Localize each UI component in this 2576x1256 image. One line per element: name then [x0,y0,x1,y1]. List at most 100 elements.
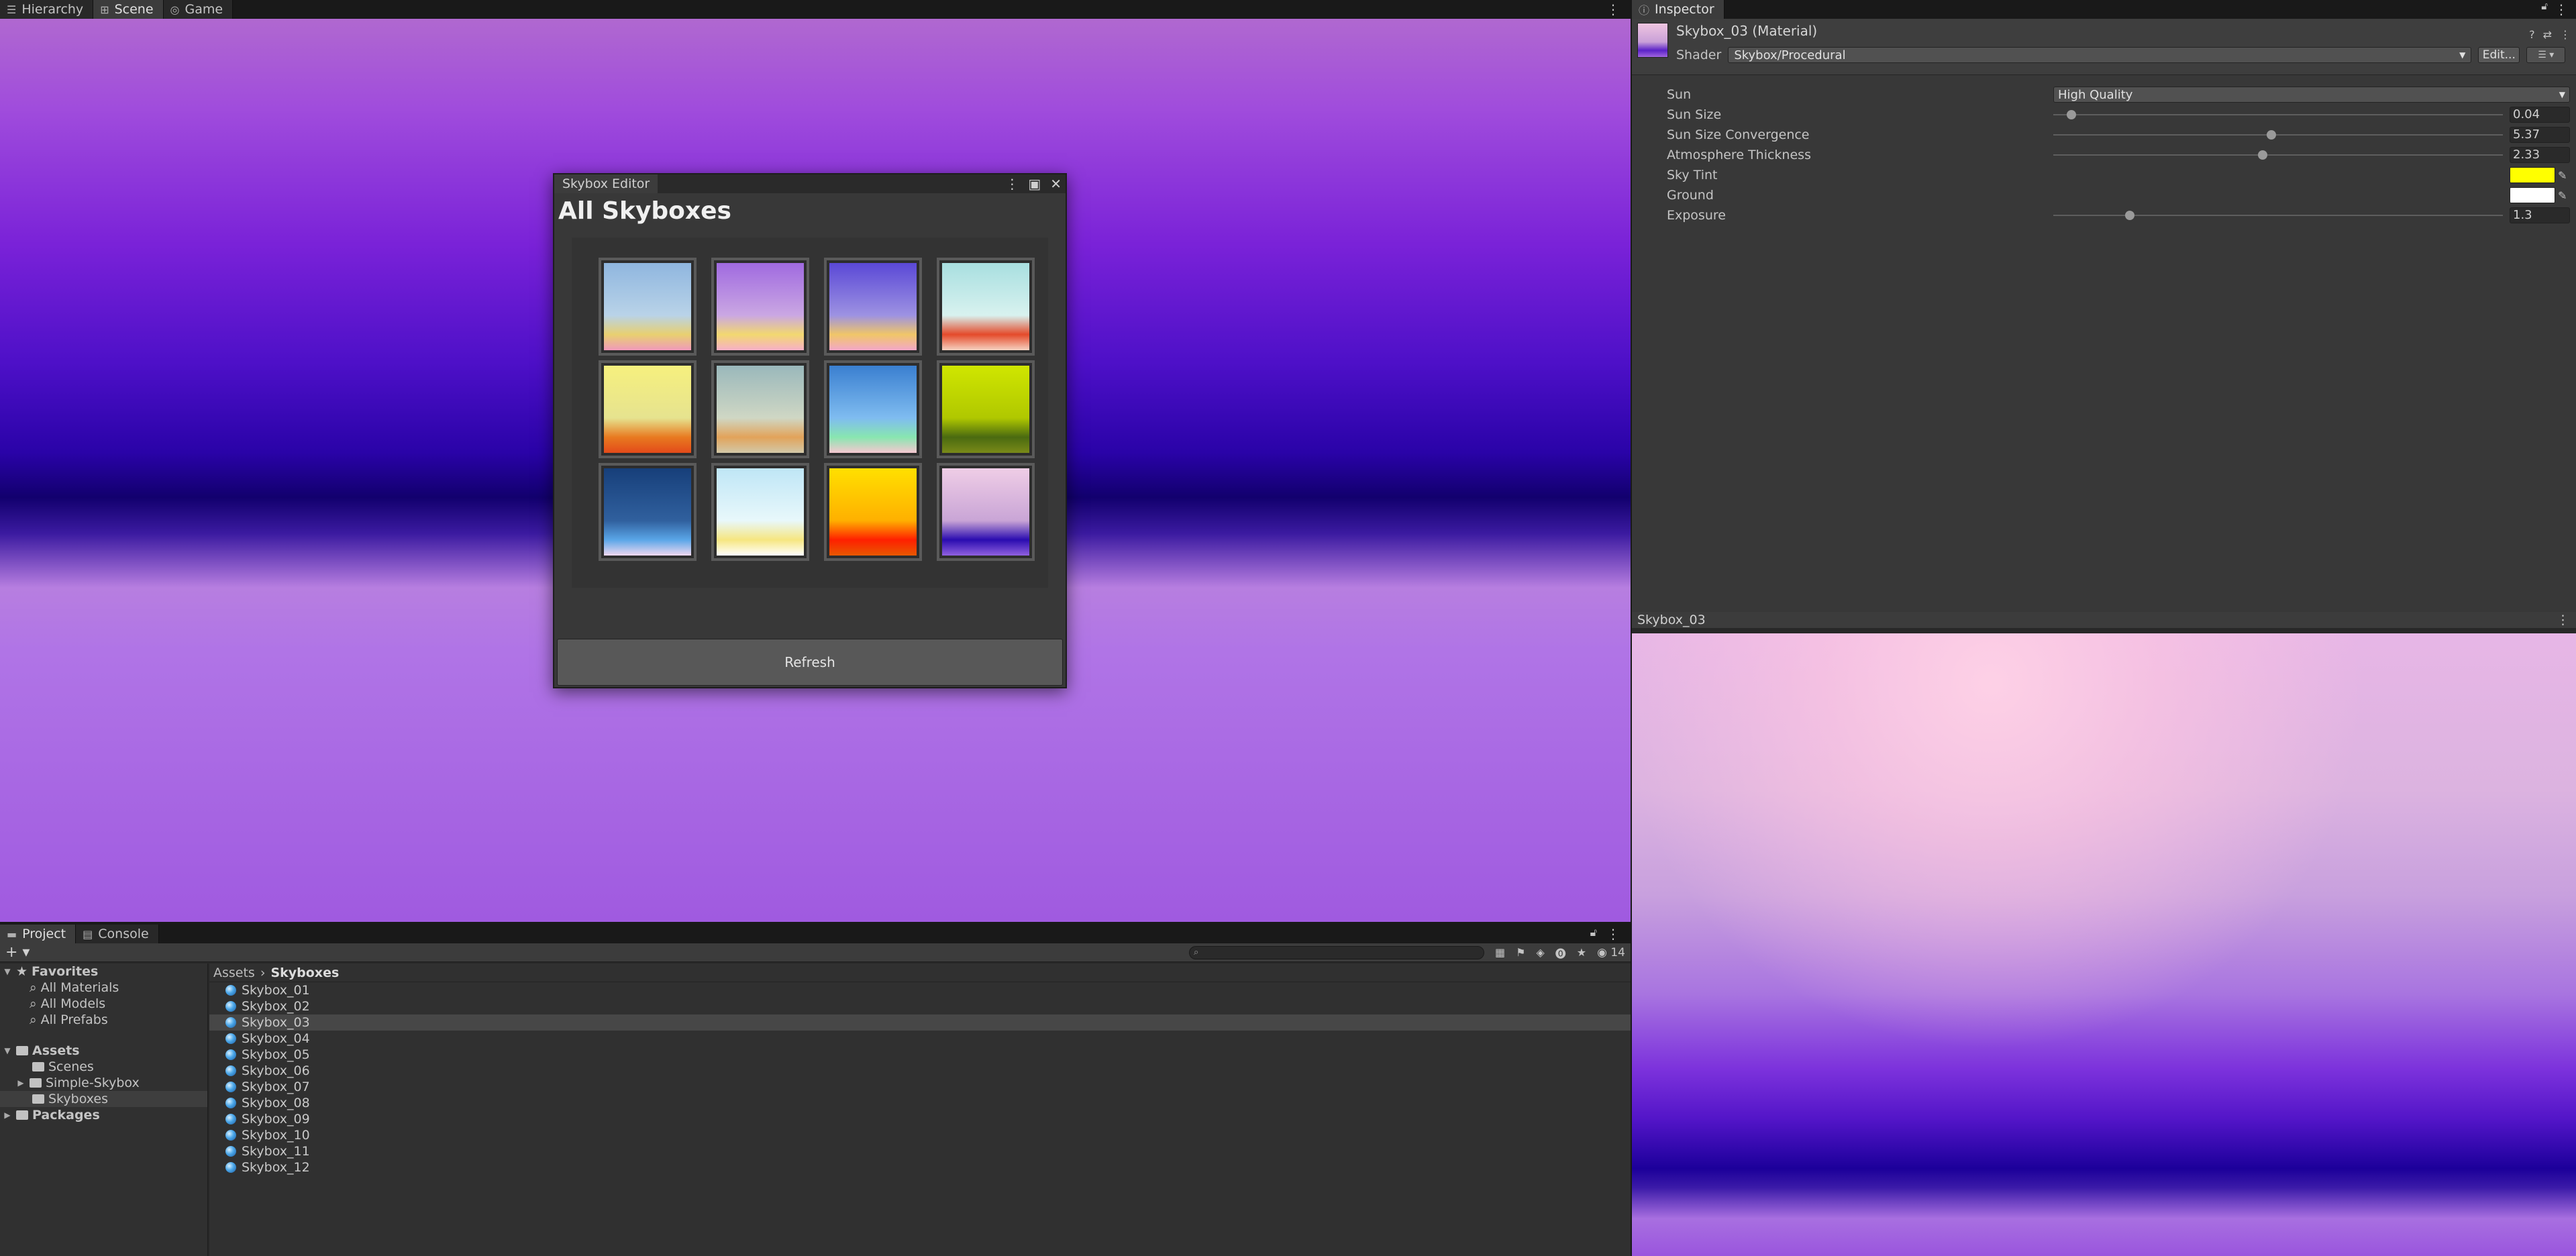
file-row[interactable]: Skybox_09 [209,1111,1631,1127]
project-toolbar: + ▾ ⌕ ▦ ⚑ ◈ ⓿ ★ ◉ 14 [0,943,1631,962]
sun-size-convergence-slider[interactable] [2053,130,2503,140]
skybox-preview-image[interactable] [1632,633,2576,1256]
tree-favorites[interactable]: ▼ ★ Favorites [0,963,207,980]
atmosphere-thickness-slider[interactable] [2053,150,2503,160]
inspector-menu-icon[interactable]: ⋮ [2555,0,2576,19]
expand-arrow-icon[interactable]: ▼ [3,1046,12,1055]
tree-assets[interactable]: ▼ Assets [0,1043,207,1059]
skybox-thumbnail[interactable] [599,258,697,356]
tab-hierarchy[interactable]: ☰ Hierarchy [0,0,94,19]
breadcrumb: Assets › Skyboxes [209,963,1631,982]
tree-folder-scenes[interactable]: Scenes [0,1059,207,1075]
create-button[interactable]: + ▾ [5,944,30,961]
file-row[interactable]: Skybox_05 [209,1047,1631,1063]
close-icon[interactable]: ✕ [1050,176,1062,192]
material-icon [225,1082,236,1092]
prop-atmosphere-thickness: Atmosphere Thickness 2.33 [1632,145,2576,165]
eyedropper-icon[interactable]: ✎ [2558,169,2567,182]
sun-size-convergence-field[interactable]: 5.37 [2510,127,2570,143]
tab-scene-label: Scene [114,2,154,17]
exposure-slider[interactable] [2053,211,2503,220]
skybox-editor-heading: All Skyboxes [558,197,731,225]
preview-menu-icon[interactable]: ⋮ [2557,613,2576,627]
file-row[interactable]: Skybox_04 [209,1031,1631,1047]
filter-label-icon[interactable]: ⚑ [1516,946,1525,959]
preview-header[interactable]: Skybox_03 ⋮ [1632,612,2576,628]
breadcrumb-assets[interactable]: Assets [213,965,255,980]
eyedropper-icon[interactable]: ✎ [2558,189,2567,202]
ground-color-field[interactable] [2510,187,2555,203]
tree-folder-simple-skybox[interactable]: ▶ Simple-Skybox [0,1075,207,1091]
exposure-field[interactable]: 1.3 [2510,207,2570,223]
exposure-slider-thumb[interactable] [2124,211,2134,220]
favorite-star-icon[interactable]: ★ [1577,946,1586,959]
collapse-arrow-icon[interactable]: ▶ [16,1078,25,1088]
filter-type-icon[interactable]: ▦ [1495,946,1505,959]
scene-view[interactable]: Skybox Editor ⋮ ▣ ✕ All Skyboxes Refresh [0,19,1631,922]
tab-console[interactable]: ▤ Console [76,925,159,943]
material-menu-icon[interactable]: ⋮ [2560,28,2571,41]
preset-icon[interactable]: ⇄ [2543,28,2552,41]
prop-sky-tint: Sky Tint ✎ [1632,165,2576,185]
skybox-editor-titlebar[interactable]: Skybox Editor ⋮ ▣ ✕ [554,174,1066,193]
skybox-thumbnail[interactable] [824,360,922,458]
file-label: Skybox_04 [242,1031,310,1046]
tag-icon[interactable]: ◈ [1536,946,1544,959]
skybox-thumbnail[interactable] [711,463,809,561]
skybox-thumbnail[interactable] [711,360,809,458]
file-row[interactable]: Skybox_01 [209,982,1631,998]
file-row[interactable]: Skybox_07 [209,1079,1631,1095]
file-row[interactable]: Skybox_12 [209,1159,1631,1175]
file-row[interactable]: Skybox_02 [209,998,1631,1014]
tab-inspector[interactable]: ⓘ Inspector [1632,0,1724,19]
skybox-thumbnail[interactable] [937,360,1035,458]
tree-folder-skyboxes[interactable]: Skyboxes [0,1091,207,1107]
file-row[interactable]: Skybox_11 [209,1143,1631,1159]
skybox-thumbnail[interactable] [824,463,922,561]
tree-packages[interactable]: ▶ Packages [0,1107,207,1123]
tree-favorite-item[interactable]: ⌕ All Prefabs [0,1012,207,1028]
refresh-button[interactable]: Refresh [557,639,1063,686]
file-row[interactable]: Skybox_10 [209,1127,1631,1143]
shader-options-dropdown[interactable]: ☰ ▾ [2526,47,2566,63]
skybox-thumbnail[interactable] [824,258,922,356]
skybox-editor-tab[interactable]: Skybox Editor [554,174,658,193]
help-icon[interactable]: ? [2529,28,2535,41]
skybox-thumbnail[interactable] [599,463,697,561]
skybox-thumbnail[interactable] [711,258,809,356]
skybox-thumbnail[interactable] [937,463,1035,561]
tab-scene[interactable]: ⊞ Scene [93,0,164,19]
scene-menu-icon[interactable]: ⋮ [1606,0,1631,19]
sun-size-slider[interactable] [2053,110,2503,119]
sun-size-slider-thumb[interactable] [2066,110,2076,119]
tree-favorite-item[interactable]: ⌕ All Models [0,996,207,1012]
lock-icon[interactable]: 🔓︎ [1590,925,1606,943]
collapse-arrow-icon[interactable]: ▶ [3,1110,12,1120]
sky-tint-color-field[interactable] [2510,167,2555,183]
error-icon[interactable]: ⓿ [1555,945,1566,961]
file-row[interactable]: Skybox_06 [209,1063,1631,1079]
file-row[interactable]: Skybox_03 [209,1014,1631,1031]
sun-size-field[interactable]: 0.04 [2510,107,2570,123]
maximize-icon[interactable]: ▣ [1028,176,1041,192]
edit-shader-button[interactable]: Edit... [2478,47,2520,63]
skybox-thumbnail[interactable] [937,258,1035,356]
sun-dropdown[interactable]: High Quality ▼ [2053,87,2570,103]
shader-dropdown[interactable]: Skybox/Procedural ▼ [1728,47,2472,63]
tree-favorite-item[interactable]: ⌕ All Materials [0,980,207,996]
hidden-packages-toggle[interactable]: ◉ 14 [1597,946,1625,959]
breadcrumb-skyboxes[interactable]: Skyboxes [270,965,339,980]
tab-project[interactable]: ▬ Project [0,925,76,943]
sun-size-convergence-slider-thumb[interactable] [2266,130,2276,140]
file-row[interactable]: Skybox_08 [209,1095,1631,1111]
material-icon [225,985,236,996]
project-menu-icon[interactable]: ⋮ [1606,925,1631,943]
atmosphere-thickness-slider-thumb[interactable] [2257,150,2267,160]
tab-game[interactable]: ◎ Game [163,0,234,19]
skybox-thumbnail[interactable] [599,360,697,458]
expand-arrow-icon[interactable]: ▼ [3,967,12,976]
lock-icon[interactable]: 🔓︎ [2541,0,2555,19]
atmosphere-thickness-field[interactable]: 2.33 [2510,147,2570,163]
window-menu-icon[interactable]: ⋮ [1005,176,1019,192]
project-search-input[interactable]: ⌕ [1188,945,1484,959]
